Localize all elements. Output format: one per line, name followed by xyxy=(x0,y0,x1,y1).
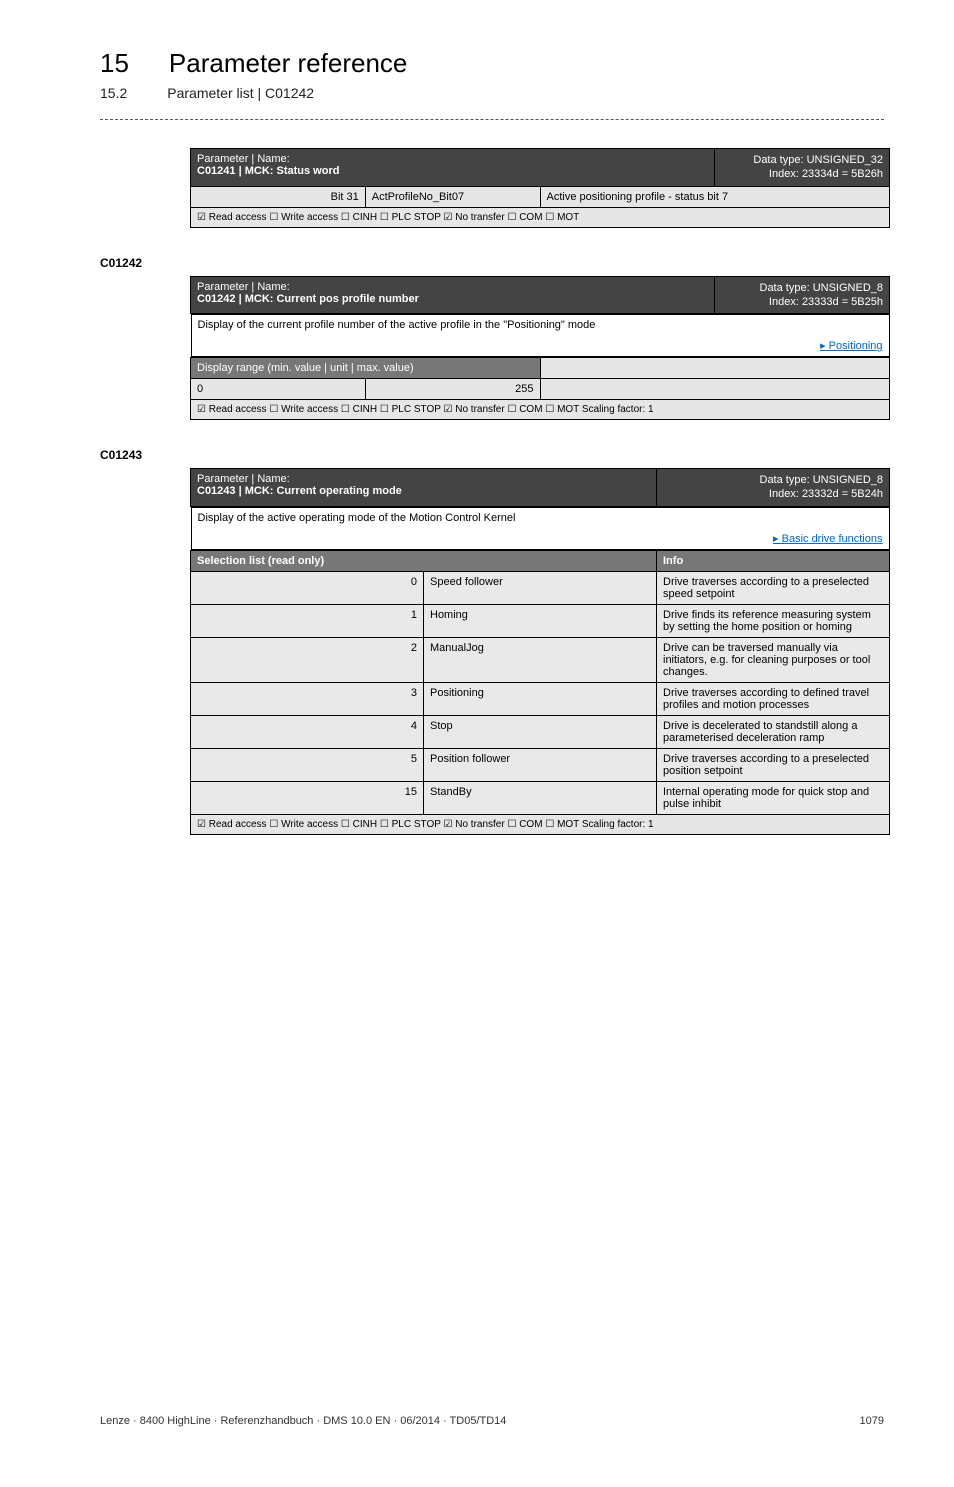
selection-name: StandBy xyxy=(424,781,657,814)
selection-number: 4 xyxy=(191,715,424,748)
range-max: 255 xyxy=(365,379,540,400)
param-anchor-c01243: C01243 xyxy=(100,448,884,462)
selection-name: Homing xyxy=(424,604,657,637)
selection-list-label: Selection list (read only) xyxy=(197,555,324,567)
selection-number: 15 xyxy=(191,781,424,814)
hdr-name: C01241 | MCK: Status word xyxy=(197,165,339,177)
selection-number: 5 xyxy=(191,748,424,781)
selection-name: ManualJog xyxy=(424,637,657,682)
param-anchor-c01242: C01242 xyxy=(100,256,884,270)
hdr-label: Parameter | Name: xyxy=(197,153,290,165)
access-flags: ☑ Read access ☐ Write access ☐ CINH ☐ PL… xyxy=(191,400,890,420)
table-row: 0Speed followerDrive traverses according… xyxy=(191,571,890,604)
selection-name: Positioning xyxy=(424,682,657,715)
selection-number: 0 xyxy=(191,571,424,604)
selection-info: Drive traverses according to defined tra… xyxy=(657,682,890,715)
selection-info: Internal operating mode for quick stop a… xyxy=(657,781,890,814)
table-row: 4StopDrive is decelerated to standstill … xyxy=(191,715,890,748)
positioning-link[interactable]: ▸ Positioning xyxy=(820,340,882,352)
section-title: Parameter list | C01242 xyxy=(167,85,314,101)
hdr-index: Index: 23333d = 5B25h xyxy=(769,296,883,308)
footer-left: Lenze · 8400 HighLine · Referenzhandbuch… xyxy=(100,1415,506,1427)
chapter-title: Parameter reference xyxy=(169,48,407,79)
table-row: 5Position followerDrive traverses accord… xyxy=(191,748,890,781)
selection-info: Drive finds its reference measuring syst… xyxy=(657,604,890,637)
selection-number: 3 xyxy=(191,682,424,715)
selection-info: Drive traverses according to a preselect… xyxy=(657,571,890,604)
range-min: 0 xyxy=(191,379,366,400)
hdr-label: Parameter | Name: xyxy=(197,281,290,293)
table-row: 3PositioningDrive traverses according to… xyxy=(191,682,890,715)
selection-name: Position follower xyxy=(424,748,657,781)
chapter-number: 15 xyxy=(100,48,129,79)
param-description: Display of the active operating mode of … xyxy=(191,507,890,528)
table-row: 15StandByInternal operating mode for qui… xyxy=(191,781,890,814)
footer-page-number: 1079 xyxy=(860,1415,884,1427)
access-flags: ☑ Read access ☐ Write access ☐ CINH ☐ PL… xyxy=(191,814,890,834)
selection-name: Speed follower xyxy=(424,571,657,604)
bit-name: ActProfileNo_Bit07 xyxy=(365,186,540,207)
range-label: Display range (min. value | unit | max. … xyxy=(197,362,414,374)
selection-info: Drive traverses according to a preselect… xyxy=(657,748,890,781)
hdr-name: C01242 | MCK: Current pos profile number xyxy=(197,293,419,305)
access-flags: ☑ Read access ☐ Write access ☐ CINH ☐ PL… xyxy=(191,207,890,227)
hdr-type: Data type: UNSIGNED_8 xyxy=(760,474,884,486)
section-number: 15.2 xyxy=(100,85,127,101)
basic-drive-link[interactable]: ▸ Basic drive functions xyxy=(773,533,882,545)
info-label: Info xyxy=(663,555,683,567)
param-table-c01241: Parameter | Name: C01241 | MCK: Status w… xyxy=(190,148,890,228)
hdr-name: C01243 | MCK: Current operating mode xyxy=(197,485,402,497)
table-row: 2ManualJogDrive can be traversed manuall… xyxy=(191,637,890,682)
hdr-label: Parameter | Name: xyxy=(197,473,290,485)
hdr-type: Data type: UNSIGNED_32 xyxy=(753,154,883,166)
param-description: Display of the current profile number of… xyxy=(191,314,890,335)
hdr-index: Index: 23334d = 5B26h xyxy=(769,168,883,180)
hdr-index: Index: 23332d = 5B24h xyxy=(769,488,883,500)
selection-number: 1 xyxy=(191,604,424,637)
param-table-c01242: Parameter | Name: C01242 | MCK: Current … xyxy=(190,276,890,421)
selection-name: Stop xyxy=(424,715,657,748)
selection-number: 2 xyxy=(191,637,424,682)
selection-info: Drive is decelerated to standstill along… xyxy=(657,715,890,748)
hdr-type: Data type: UNSIGNED_8 xyxy=(760,282,884,294)
bit-desc: Active positioning profile - status bit … xyxy=(540,186,890,207)
selection-info: Drive can be traversed manually via init… xyxy=(657,637,890,682)
param-table-c01243: Parameter | Name: C01243 | MCK: Current … xyxy=(190,468,890,835)
table-row: 1HomingDrive finds its reference measuri… xyxy=(191,604,890,637)
divider xyxy=(100,119,884,120)
bit-number: Bit 31 xyxy=(191,186,366,207)
